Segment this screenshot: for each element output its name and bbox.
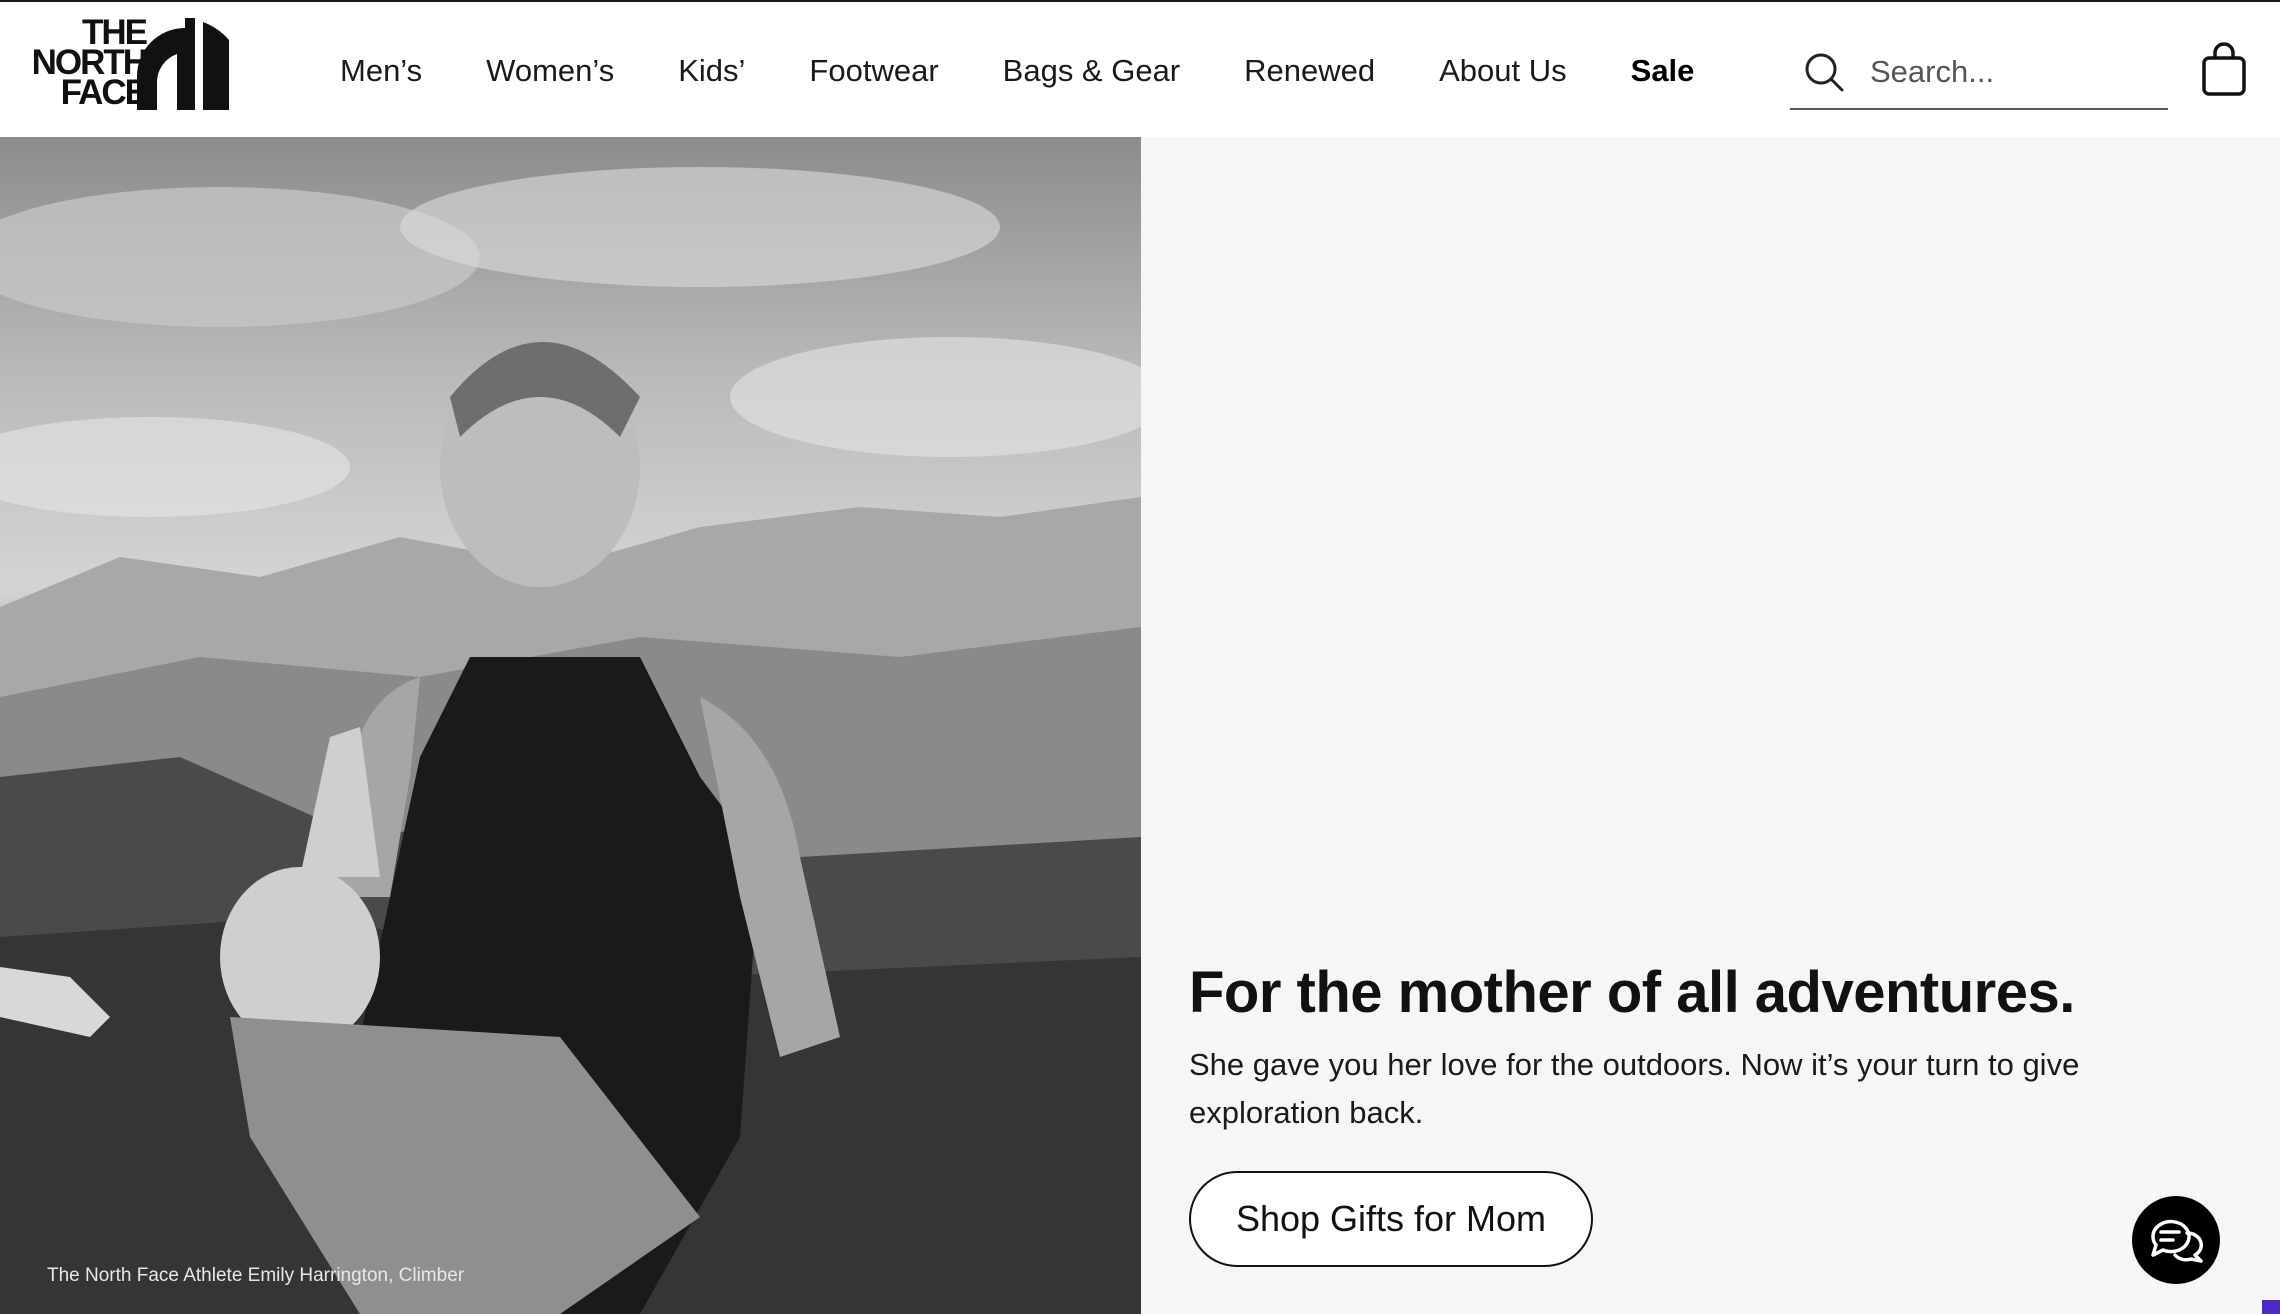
nav-item-womens[interactable]: Women’s: [486, 53, 614, 89]
site-header: THE NORTH FACE Men’s Women’s Kids’ Footw…: [0, 0, 2280, 137]
hero-title: For the mother of all adventures.: [1189, 960, 2075, 1025]
hero-photo-illustration: [0, 167, 1141, 1314]
nav-item-bags-gear[interactable]: Bags & Gear: [1003, 53, 1180, 89]
search-bar: [1790, 38, 2168, 110]
nav-item-footwear[interactable]: Footwear: [809, 53, 938, 89]
main-nav: Men’s Women’s Kids’ Footwear Bags & Gear…: [340, 2, 1758, 139]
photo-caption: The North Face Athlete Emily Harrington,…: [47, 1265, 465, 1286]
shopping-bag-icon[interactable]: [2200, 42, 2248, 98]
brand-logo[interactable]: THE NORTH FACE: [16, 13, 229, 112]
search-icon[interactable]: [1802, 50, 1846, 94]
nav-item-mens[interactable]: Men’s: [340, 53, 422, 89]
shop-gifts-for-mom-button[interactable]: Shop Gifts for Mom: [1189, 1171, 1593, 1267]
hero-photo: The North Face Athlete Emily Harrington,…: [0, 137, 1141, 1314]
corner-accent: [2262, 1300, 2280, 1314]
hero-body-text: She gave you her love for the outdoors. …: [1189, 1047, 2080, 1130]
logo-wordmark: THE NORTH FACE: [31, 13, 148, 112]
half-dome-logo-icon: [137, 18, 229, 110]
nav-item-kids[interactable]: Kids’: [678, 53, 745, 89]
nav-item-renewed[interactable]: Renewed: [1244, 53, 1375, 89]
chat-button[interactable]: [2132, 1196, 2220, 1284]
nav-item-about-us[interactable]: About Us: [1439, 53, 1567, 89]
chat-bubbles-icon: [2151, 1219, 2203, 1263]
nav-item-sale[interactable]: Sale: [1631, 53, 1695, 89]
hero-content-panel: For the mother of all adventures. She ga…: [1141, 137, 2280, 1314]
search-input[interactable]: [1870, 48, 2160, 96]
